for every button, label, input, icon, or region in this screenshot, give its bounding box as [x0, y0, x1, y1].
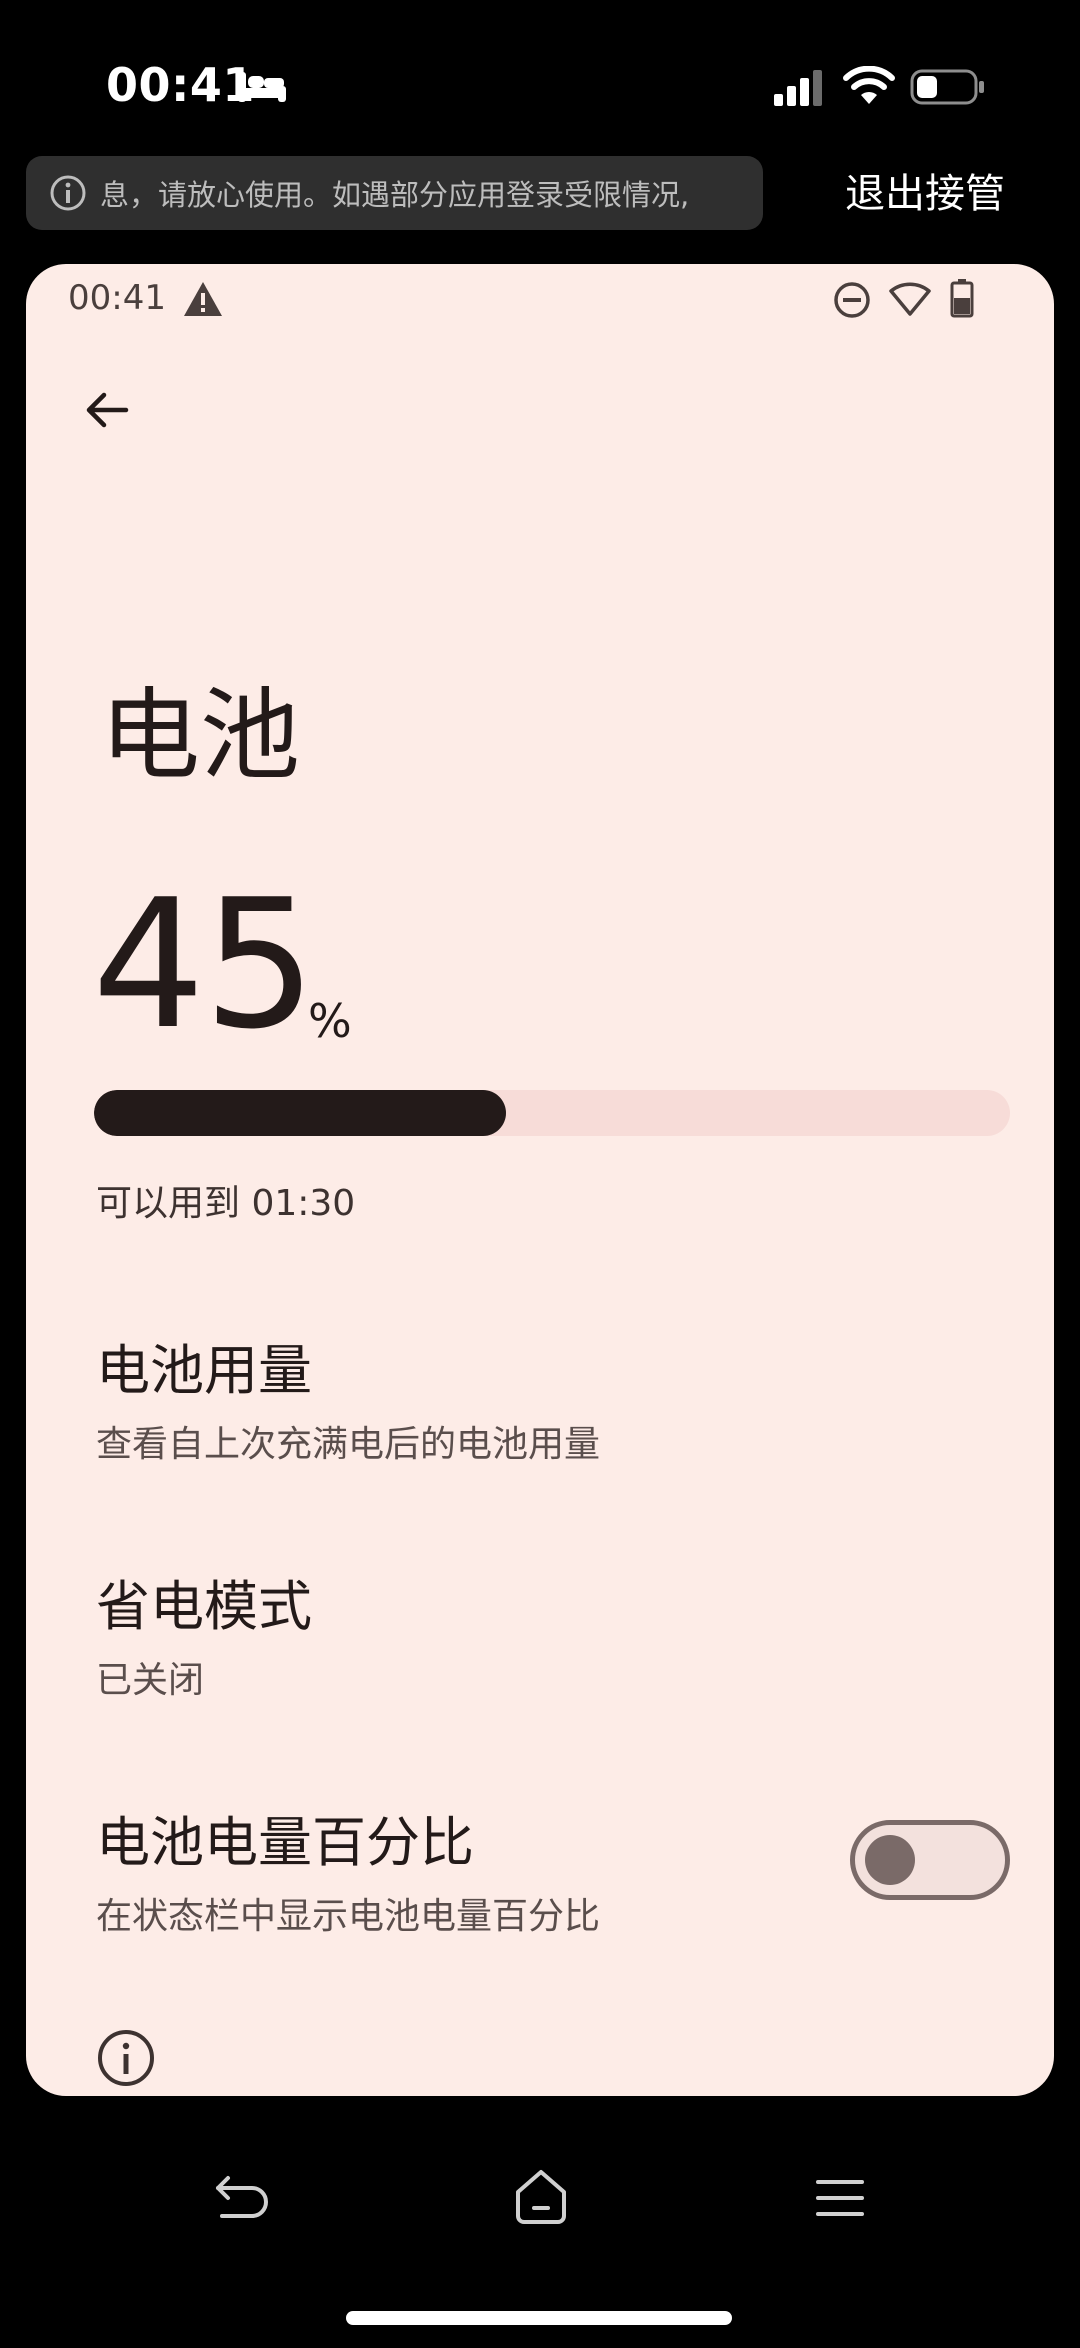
battery-level-bar: [94, 1090, 1010, 1136]
home-icon[interactable]: [510, 2166, 572, 2228]
battery-usage-title: 电池用量: [96, 1339, 312, 1402]
back-button[interactable]: [70, 374, 142, 446]
battery-level-fill: [94, 1090, 507, 1136]
battery-level-unit: %: [308, 994, 352, 1048]
info-icon: [98, 2030, 154, 2086]
battery-usage-summary: 查看自上次充满电后的电池用量: [96, 1424, 601, 1465]
back-icon[interactable]: [212, 2170, 272, 2226]
do-not-disturb-icon: [834, 282, 870, 318]
android-clock: 00:41: [68, 278, 166, 318]
battery-icon: [910, 69, 984, 105]
remote-notice-banner: 息，请放心使用。如遇部分应用登录受限情况,: [26, 156, 763, 230]
battery-percentage-toggle[interactable]: [850, 1820, 1010, 1900]
battery-percentage-summary: 在状态栏中显示电池电量百分比: [96, 1896, 601, 1937]
battery-percentage-item[interactable]: 电池电量百分比 在状态栏中显示电池电量百分比: [96, 1798, 876, 1939]
wifi-icon: [889, 282, 931, 316]
android-screen: 00:41 电池 45 % 可以用到 01:30 电池用量 查看自上次充满电后的…: [26, 264, 1054, 2096]
android-status-bar: 00:41: [26, 264, 1054, 334]
arrow-back-icon: [86, 392, 129, 428]
battery-percentage-title: 电池电量百分比: [96, 1811, 474, 1874]
battery-remaining-time: 可以用到 01:30: [96, 1183, 356, 1224]
battery-saver-title: 省电模式: [96, 1575, 312, 1638]
battery-level-value: 45: [92, 861, 316, 1068]
ios-clock: 00:41: [106, 58, 255, 112]
warning-icon: [184, 282, 222, 316]
info-icon: [50, 175, 86, 211]
page-title: 电池: [100, 677, 300, 794]
toggle-knob: [865, 1835, 915, 1885]
remote-notice-text: 息，请放心使用。如遇部分应用登录受限情况,: [100, 178, 690, 212]
exit-takeover-button[interactable]: 退出接管: [830, 166, 1020, 222]
ios-status-bar: 00:41: [0, 0, 1080, 150]
battery-saver-summary: 已关闭: [96, 1660, 205, 1701]
battery-saver-item[interactable]: 省电模式 已关闭: [96, 1562, 876, 1703]
menu-icon[interactable]: [812, 2174, 868, 2222]
battery-icon: [950, 279, 974, 318]
bed-icon: [238, 72, 286, 102]
cellular-signal-icon: [774, 70, 822, 106]
battery-usage-item[interactable]: 电池用量 查看自上次充满电后的电池用量: [96, 1326, 876, 1467]
home-indicator[interactable]: [346, 2311, 732, 2325]
wifi-icon: [843, 66, 895, 104]
